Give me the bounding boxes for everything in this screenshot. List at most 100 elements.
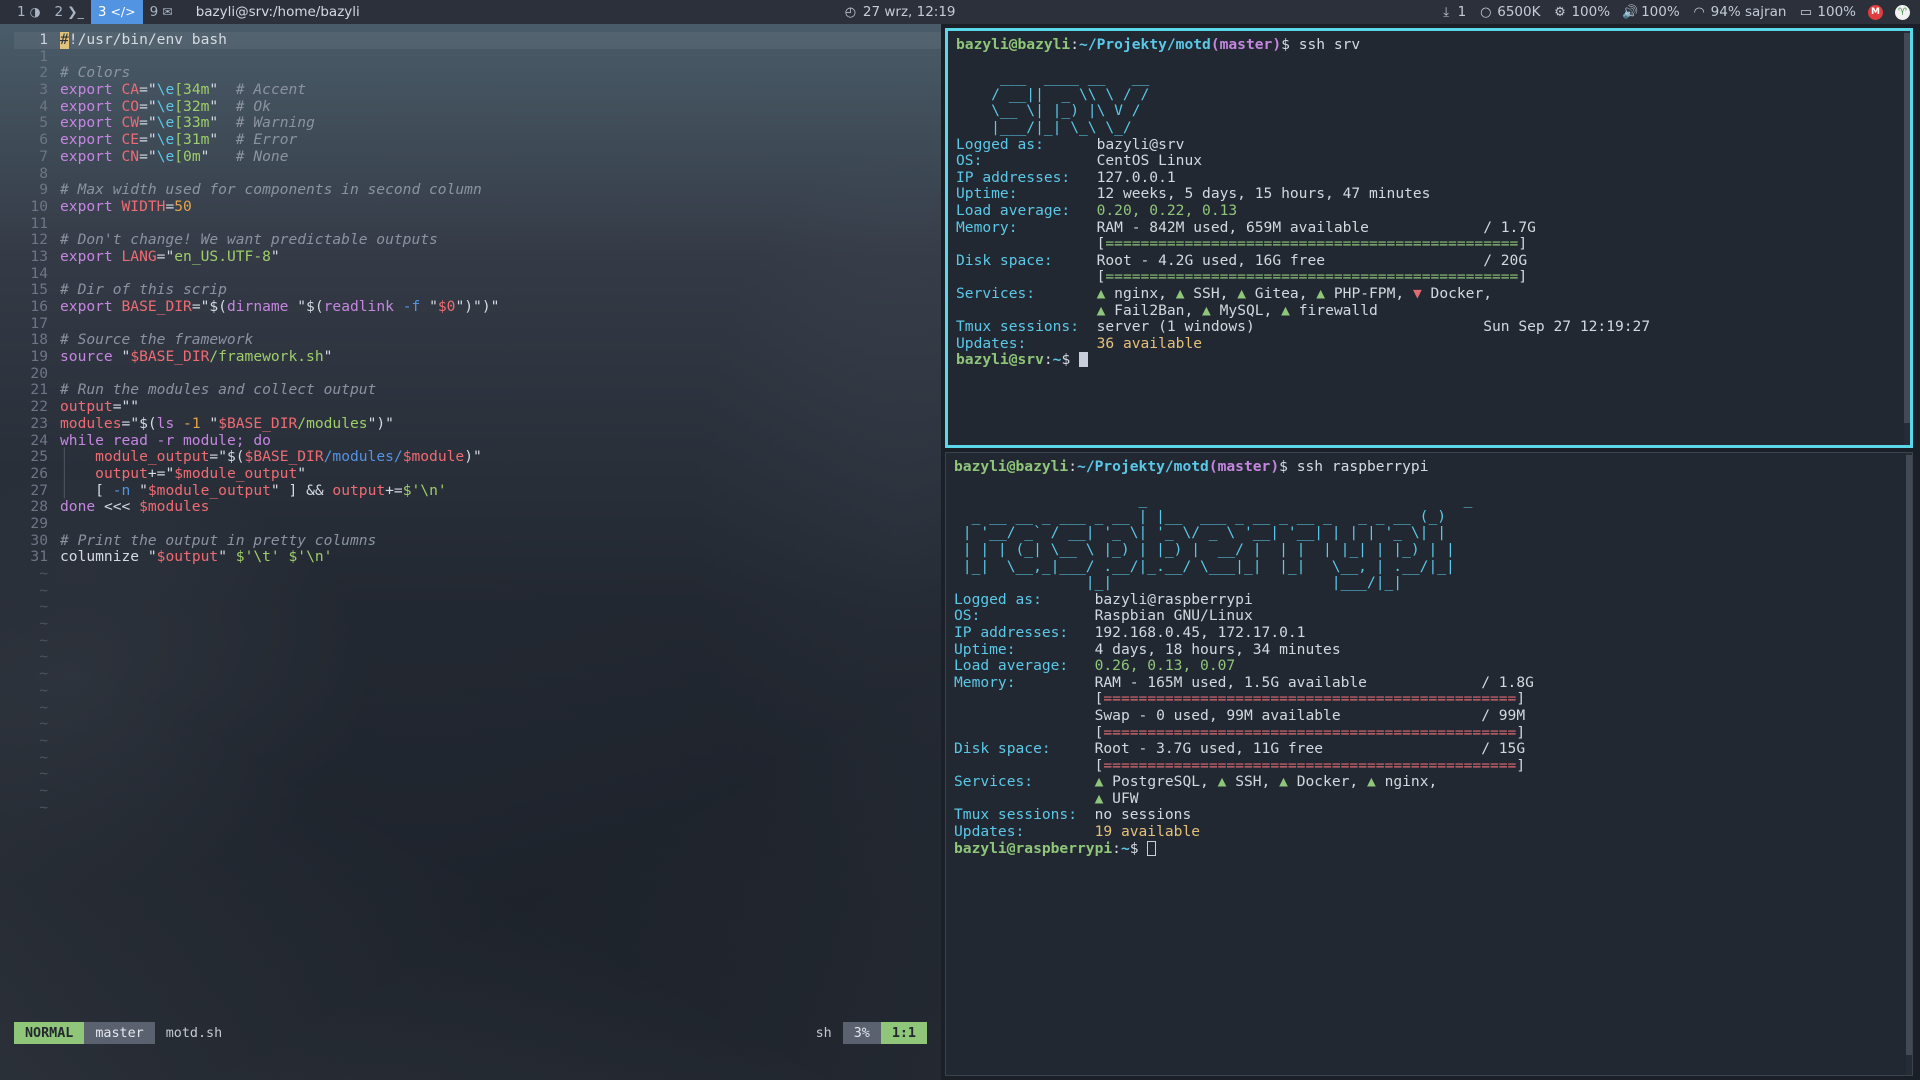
info-label: OS: (954, 607, 1095, 625)
code-token: " (121, 348, 131, 366)
terminal-pane-raspberrypi[interactable]: bazyli@bazyli:~/Projekty/motd(master)$ s… (945, 452, 1913, 1076)
tray-item-shield[interactable]: ♈ (1895, 4, 1911, 20)
code-token: "$( (200, 298, 227, 315)
code-line: 18 # Source the framework (14, 332, 941, 349)
code-token: # None (235, 147, 289, 165)
info-row: Load average: 0.26, 0.13, 0.07 (954, 657, 1904, 675)
info-label: Load average: (956, 201, 1097, 219)
tray-item-battery[interactable]: ▭ 100% (1798, 4, 1856, 20)
updates-row: Updates: 36 available (956, 334, 1902, 353)
tray-item-wifi[interactable]: ◠ 94% sajran (1692, 4, 1787, 20)
code-token: ")" (455, 298, 482, 315)
code-token: "$( (218, 448, 245, 466)
line-number: 25 (30, 448, 48, 466)
code-line: 2 # Colors (14, 65, 941, 82)
code-token: [32m (174, 97, 210, 115)
terminal-pane-srv[interactable]: bazyli@bazyli:~/Projekty/motd(master)$ s… (945, 28, 1913, 448)
code-token: export (60, 114, 122, 132)
code-token: " (323, 348, 333, 366)
workspace-number: 1 (17, 4, 26, 20)
workspace-button-1[interactable]: 1 ◑ (10, 0, 48, 24)
workspace-button-3[interactable]: 3 </> (90, 0, 143, 24)
code-line: 5 export CW="\e[33m" # Warning (14, 115, 941, 132)
line-number: 27 (30, 481, 48, 499)
code-buffer[interactable]: 1 #!/usr/bin/env bash 1 2 # Colors 3 export CA… (14, 31, 941, 824)
tilde-marker: ~ (39, 748, 48, 766)
terminal-output-raspberrypi: bazyli@bazyli:~/Projekty/motd(master)$ s… (946, 453, 1912, 863)
tilde-marker: ~ (39, 698, 48, 716)
code-token: ls (156, 414, 184, 432)
code-line: 12 # Don't change! We want predictable ou… (14, 231, 941, 249)
line-number: 6 (39, 131, 48, 149)
service-status-mark: ▲ (1096, 284, 1115, 302)
line-number: 23 (30, 414, 48, 432)
code-token: /framework.sh (209, 348, 324, 366)
line-number: 7 (39, 147, 48, 165)
line-number: 4 (39, 97, 48, 115)
info-row: IP addresses: 192.168.0.45, 172.17.0.1 (954, 624, 1904, 642)
code-token: $module (402, 448, 465, 466)
line-number: 10 (30, 197, 48, 215)
scrollbar-thumb[interactable] (1904, 33, 1910, 423)
color-temperature-icon: ○ (1480, 4, 1492, 20)
code-line: 1 (14, 48, 941, 66)
info-value: 4 days, 18 hours, 34 minutes (1094, 640, 1341, 658)
vim-editor-pane[interactable]: 1 #!/usr/bin/env bash 1 2 # Colors 3 export CA… (0, 24, 941, 1080)
terminal-command: ssh srv (1289, 36, 1361, 53)
code-token: /modules (297, 414, 368, 432)
code-token: dirname (226, 298, 298, 315)
code-token: " (270, 481, 280, 499)
workspace-button-9[interactable]: 9 ✉ (143, 0, 180, 24)
service-name: SSH, (1235, 773, 1280, 791)
metric-label: Memory: (956, 218, 1097, 236)
updates-row: Updates: 19 available (954, 823, 1904, 841)
metric-label: Disk space: (956, 251, 1097, 269)
scrollbar-thumb[interactable] (1906, 455, 1912, 1055)
service-name: UFW (1112, 789, 1139, 807)
tray-item-brightness[interactable]: ⚙ 100% (1552, 4, 1610, 20)
info-value: 0.20, 0.22, 0.13 (1096, 201, 1238, 219)
tray-item-downloads[interactable]: ⤓ 1 (1439, 4, 1466, 20)
indent-guide: │ (60, 448, 96, 466)
code-line: 4 export CO="\e[32m" # Ok (14, 97, 941, 116)
terminal-scrollbar-raspberrypi[interactable] (1906, 453, 1912, 1075)
updates-label: Updates: (956, 334, 1097, 352)
service-name: Gitea, (1254, 284, 1317, 302)
metric-row: Memory: RAM - 842M used, 659M available … (956, 218, 1902, 237)
tilde-marker: ~ (39, 598, 48, 616)
terminal-scrollbar-srv[interactable] (1904, 31, 1910, 445)
service-status-mark: ▲ (1094, 789, 1113, 807)
info-value: 0.26, 0.13, 0.07 (1094, 657, 1236, 675)
prompt-path: ~/Projekty/motd (1077, 458, 1209, 475)
tray-item-mega-sync[interactable]: M (1868, 4, 1884, 20)
code-token: $BASE_DIR (218, 414, 298, 432)
prompt-sep: : (1068, 458, 1078, 475)
clock[interactable]: ◴ 27 wrz, 12:19 (843, 4, 956, 20)
workspace-button-2[interactable]: 2 ❯_ (48, 0, 91, 24)
tray-item-color-temperature[interactable]: ○ 6500K (1478, 4, 1540, 20)
code-token: = (139, 97, 148, 115)
code-token: = (121, 414, 131, 432)
tmux-value: server (1 windows) (1096, 318, 1484, 336)
line-number: 8 (39, 164, 48, 182)
code-token: [33m (174, 114, 210, 132)
code-token: # Max width used for components in secon… (60, 181, 482, 199)
code-line: 29 (14, 515, 941, 533)
services-row: Services: ▲ nginx, ▲ SSH, ▲ Gitea, ▲ PHP… (956, 284, 1902, 303)
bracket: ] (1516, 723, 1526, 741)
prompt-symbol: $ (1061, 351, 1080, 369)
code-token: " (147, 548, 157, 566)
tray-item-label: 100% (1571, 4, 1611, 20)
tray-item-label: 94% sajran (1710, 4, 1787, 20)
code-token: output (95, 464, 148, 482)
code-token: module; (183, 431, 254, 449)
line-number: 3 (39, 81, 48, 99)
tray-item-volume[interactable]: 🔊 100% (1622, 4, 1680, 20)
code-token: CW (121, 114, 140, 132)
info-value: 12 weeks, 5 days, 15 hours, 47 minutes (1096, 185, 1431, 203)
code-token: " (209, 414, 219, 432)
metric-bar-row: [=======================================… (954, 757, 1904, 775)
code-line: 11 (14, 215, 941, 233)
